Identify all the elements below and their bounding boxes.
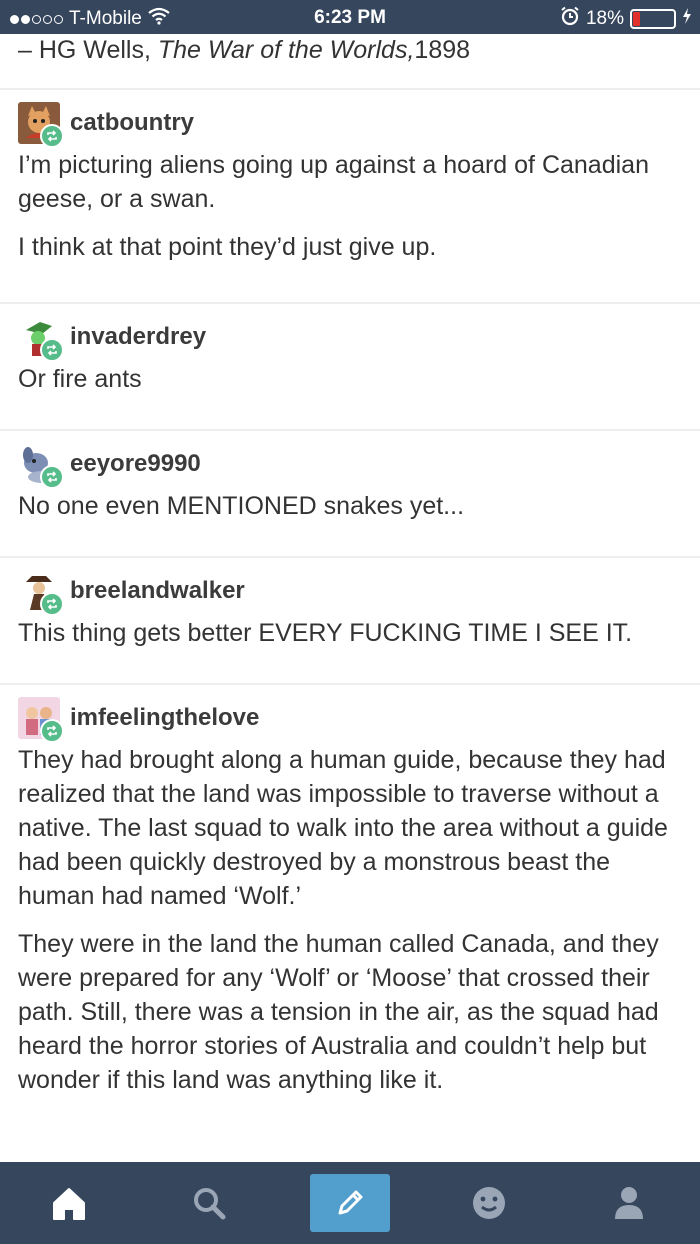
- post-username[interactable]: invaderdrey: [70, 323, 206, 351]
- battery-icon: [630, 9, 676, 29]
- post-text: No one even MENTIONED snakes yet...: [18, 492, 465, 520]
- post-body: This thing gets better EVERY FUCKING TIM…: [18, 616, 678, 664]
- activity-icon[interactable]: [460, 1174, 518, 1232]
- post-body: They had brought along a human guide, be…: [18, 743, 678, 1111]
- avatar[interactable]: [18, 697, 64, 743]
- reblog-post: eeyore9990 No one even MENTIONED snakes …: [0, 429, 700, 555]
- charging-icon: [682, 8, 692, 30]
- avatar[interactable]: [18, 316, 64, 362]
- reblog-icon: [40, 719, 64, 743]
- quote-attribution: – HG Wells, The War of the Worlds,1898: [18, 36, 470, 65]
- post-text: They were in the land the human called C…: [18, 930, 659, 1094]
- reblog-icon: [40, 465, 64, 489]
- post-body: I’m picturing aliens going up against a …: [18, 148, 678, 278]
- reblog-post: breelandwalker This thing gets better EV…: [0, 556, 700, 682]
- post-header[interactable]: eeyore9990: [18, 443, 201, 489]
- reblog-post: catbountry I’m picturing aliens going up…: [0, 88, 700, 300]
- avatar[interactable]: [18, 102, 64, 148]
- post-header[interactable]: breelandwalker: [18, 570, 245, 616]
- bottom-tab-bar: [0, 1162, 700, 1244]
- search-icon[interactable]: [180, 1174, 238, 1232]
- avatar[interactable]: [18, 570, 64, 616]
- post-header[interactable]: invaderdrey: [18, 316, 206, 362]
- post-text: Or fire ants: [18, 365, 142, 393]
- post-username[interactable]: breelandwalker: [70, 577, 245, 605]
- alarm-icon: [560, 6, 580, 32]
- post-text: I’m picturing aliens going up against a …: [18, 151, 649, 213]
- reblog-post: imfeelingthelove They had brought along …: [0, 683, 700, 1161]
- reblog-icon: [40, 338, 64, 362]
- post-text: This thing gets better EVERY FUCKING TIM…: [18, 619, 633, 647]
- post-body: Or fire ants: [18, 362, 678, 410]
- status-right: 18%: [560, 6, 692, 32]
- reblog-icon: [40, 592, 64, 616]
- avatar[interactable]: [18, 443, 64, 489]
- post-username[interactable]: catbountry: [70, 109, 194, 137]
- post-body: No one even MENTIONED snakes yet...: [18, 489, 678, 537]
- battery-percent: 18%: [585, 8, 624, 29]
- home-icon[interactable]: [40, 1174, 98, 1232]
- post-header[interactable]: catbountry: [18, 102, 194, 148]
- status-bar: T-Mobile 6:23 PM 18%: [0, 0, 700, 34]
- post-username[interactable]: imfeelingthelove: [70, 704, 259, 732]
- account-icon[interactable]: [600, 1174, 658, 1232]
- post-username[interactable]: eeyore9990: [70, 450, 201, 478]
- quote-prefix: – HG Wells,: [18, 36, 158, 64]
- battery-fill: [633, 12, 640, 26]
- post-text: I think at that point they’d just give u…: [18, 233, 437, 261]
- post-header[interactable]: imfeelingthelove: [18, 697, 259, 743]
- quote-title: The War of the Worlds,: [157, 36, 415, 64]
- reblog-post: invaderdrey Or fire ants: [0, 302, 700, 428]
- reblog-icon: [40, 124, 64, 148]
- post-text: They had brought along a human guide, be…: [18, 746, 668, 910]
- compose-icon[interactable]: [310, 1174, 390, 1232]
- quote-year: 1898: [414, 36, 471, 64]
